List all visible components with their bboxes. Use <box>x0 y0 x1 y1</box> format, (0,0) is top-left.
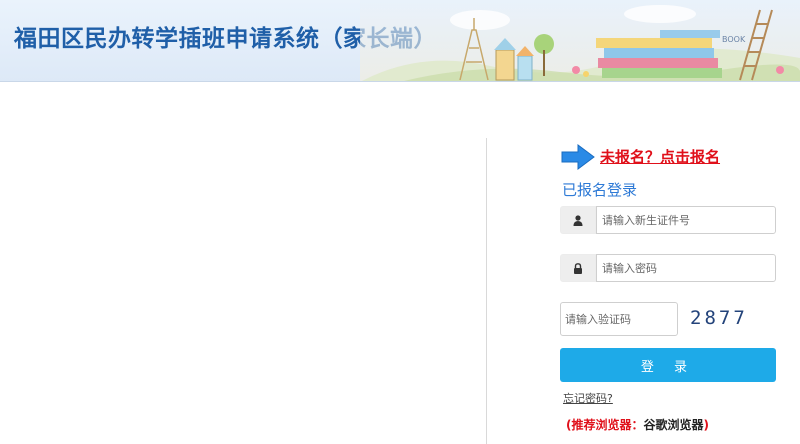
browser-name: 谷歌浏览器 <box>643 418 704 432</box>
browser-note-prefix: (推荐浏览器： <box>566 418 644 432</box>
book-label: BOOK <box>722 35 746 44</box>
browser-note-suffix: ) <box>703 418 709 432</box>
vertical-divider <box>486 138 487 444</box>
password-input[interactable] <box>596 254 776 282</box>
register-link[interactable]: 未报名？点击报名 <box>600 146 720 167</box>
arrow-right-icon <box>561 144 595 170</box>
login-title: 已报名登录 <box>562 181 638 199</box>
captcha-image[interactable]: 2877 <box>690 307 750 333</box>
id-number-field <box>560 206 776 234</box>
user-icon <box>560 206 596 234</box>
page-header: 福田区民办转学插班申请系统（家长端） BOOK <box>0 0 800 82</box>
forgot-password-link[interactable]: 忘记密码? <box>563 390 613 406</box>
id-number-input[interactable] <box>596 206 776 234</box>
password-field <box>560 254 776 282</box>
browser-recommendation: (推荐浏览器：谷歌浏览器) <box>566 416 709 433</box>
login-button[interactable]: 登 录 <box>560 348 776 382</box>
header-illustration: BOOK <box>360 0 800 81</box>
captcha-input[interactable] <box>560 302 678 336</box>
lock-icon <box>560 254 596 282</box>
